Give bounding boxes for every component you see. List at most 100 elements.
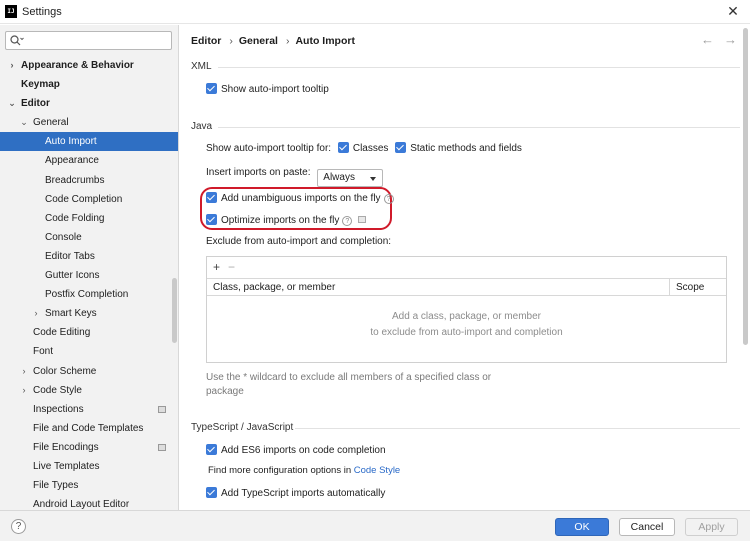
- chevron-right-icon[interactable]: ›: [31, 304, 41, 323]
- sidebar-item-auto-import[interactable]: Auto Import: [0, 132, 178, 152]
- remove-icon[interactable]: −: [228, 260, 235, 274]
- sidebar-item-file-types[interactable]: File Types: [0, 476, 178, 495]
- settings-tree: › Appearance & Behavior Keymap ⌄ Editor ⌄ Gene…: [0, 56, 178, 510]
- sidebar-item-label: Keymap: [21, 79, 60, 91]
- xml-show-tooltip-checkbox[interactable]: [206, 83, 217, 94]
- tooltip-for-row: Show auto-import tooltip for: Classes St…: [206, 142, 522, 154]
- sidebar-item-gutter-icons[interactable]: Gutter Icons: [0, 266, 178, 285]
- sidebar-item-appearance[interactable]: Appearance: [0, 151, 178, 170]
- sidebar-item-editor-tabs[interactable]: Editor Tabs: [0, 247, 178, 266]
- insert-on-paste-row: Insert imports on paste: Always: [206, 167, 384, 187]
- add-unambiguous-checkbox[interactable]: [206, 192, 217, 203]
- static-methods-checkbox[interactable]: [395, 142, 407, 153]
- help-button[interactable]: ?: [11, 519, 26, 534]
- xml-show-tooltip-row[interactable]: Show auto-import tooltip: [206, 83, 329, 95]
- ts-auto-imports-row[interactable]: Add TypeScript imports automatically: [206, 487, 385, 499]
- sidebar-item-label: Color Scheme: [33, 365, 97, 377]
- sidebar-item-color-scheme[interactable]: › Color Scheme: [0, 362, 178, 381]
- breadcrumb-auto-import: Auto Import: [295, 35, 355, 47]
- sidebar-item-android-layout-editor[interactable]: Android Layout Editor: [0, 495, 178, 510]
- more-options-text: Find more configuration options in: [208, 465, 352, 476]
- classes-checkbox[interactable]: [337, 142, 349, 153]
- settings-sidebar: › Appearance & Behavior Keymap ⌄ Editor ⌄ Gene…: [0, 25, 179, 510]
- help-icon[interactable]: ?: [383, 194, 394, 204]
- sidebar-item-postfix-completion[interactable]: Postfix Completion: [0, 285, 178, 304]
- sidebar-item-console[interactable]: Console: [0, 228, 178, 247]
- add-icon[interactable]: +: [213, 260, 220, 274]
- breadcrumb: Editor › General › Auto Import: [191, 35, 359, 47]
- cancel-button[interactable]: Cancel: [619, 518, 675, 536]
- back-arrow-icon[interactable]: ←: [701, 32, 714, 47]
- sidebar-item-file-and-code-templates[interactable]: File and Code Templates: [0, 419, 178, 438]
- optimize-imports-label: Optimize imports on the fly: [221, 215, 340, 226]
- sidebar-item-label: Android Layout Editor: [33, 499, 130, 510]
- sidebar-item-file-encodings[interactable]: File Encodings: [0, 438, 178, 457]
- sidebar-scrollbar[interactable]: [172, 278, 177, 343]
- chevron-down-icon[interactable]: ⌄: [7, 94, 17, 113]
- column-header-member[interactable]: Class, package, or member: [213, 282, 335, 293]
- es6-imports-label: Add ES6 imports on code completion: [221, 445, 386, 456]
- forward-arrow-icon[interactable]: →: [724, 32, 737, 47]
- es6-imports-row[interactable]: Add ES6 imports on code completion: [206, 444, 386, 456]
- sidebar-item-label: Code Style: [33, 384, 82, 396]
- sidebar-item-font[interactable]: Font: [0, 342, 178, 361]
- search-input[interactable]: [5, 31, 172, 50]
- optimize-imports-checkbox[interactable]: [206, 214, 217, 225]
- typescript-section-title: TypeScript / JavaScript: [191, 422, 294, 433]
- table-empty-line-2: to exclude from auto-import and completi…: [370, 327, 563, 338]
- es6-imports-checkbox[interactable]: [206, 444, 217, 455]
- sidebar-item-code-folding[interactable]: Code Folding: [0, 209, 178, 228]
- java-section-title: Java: [191, 121, 213, 132]
- insert-on-paste-dropdown[interactable]: Always: [317, 169, 384, 187]
- sidebar-item-label: Appearance: [45, 155, 99, 167]
- sidebar-item-label: Code Editing: [33, 327, 91, 339]
- chevron-right-icon[interactable]: ›: [19, 362, 29, 381]
- tooltip-for-label: Show auto-import tooltip for:: [206, 143, 332, 154]
- sidebar-item-smart-keys[interactable]: › Smart Keys: [0, 304, 178, 323]
- chevron-down-icon[interactable]: ⌄: [19, 113, 29, 132]
- add-unambiguous-label: Add unambiguous imports on the fly: [221, 193, 381, 204]
- sidebar-item-label: Gutter Icons: [45, 270, 100, 282]
- sidebar-item-label: Live Templates: [33, 460, 100, 472]
- wildcard-hint-line-2: package: [206, 385, 244, 397]
- code-style-link[interactable]: Code Style: [354, 465, 400, 476]
- ok-button[interactable]: OK: [555, 518, 609, 536]
- sidebar-item-inspections[interactable]: Inspections: [0, 400, 178, 419]
- apply-button[interactable]: Apply: [685, 518, 738, 536]
- table-header: Class, package, or member Scope: [207, 278, 726, 296]
- sidebar-item-code-style[interactable]: › Code Style: [0, 381, 178, 400]
- xml-section-divider: [218, 67, 740, 68]
- exclude-table: + − Class, package, or member Scope Add a…: [206, 256, 727, 363]
- optimize-imports-row[interactable]: Optimize imports on the fly?: [206, 214, 367, 226]
- sidebar-item-label: Appearance & Behavior: [21, 60, 134, 71]
- chevron-right-icon[interactable]: ›: [7, 56, 17, 75]
- sidebar-item-code-editing[interactable]: Code Editing: [0, 323, 178, 342]
- sidebar-item-label: Editor: [21, 98, 50, 110]
- main-scrollbar[interactable]: [743, 28, 748, 345]
- help-icon[interactable]: ?: [342, 216, 353, 226]
- sidebar-item-general[interactable]: ⌄ General: [0, 113, 178, 132]
- sidebar-item-keymap[interactable]: Keymap: [0, 75, 178, 94]
- xml-show-tooltip-label: Show auto-import tooltip: [221, 84, 329, 95]
- sidebar-item-editor[interactable]: ⌄ Editor: [0, 94, 178, 113]
- add-unambiguous-row[interactable]: Add unambiguous imports on the fly?: [206, 192, 394, 204]
- xml-section-title: XML: [191, 61, 212, 72]
- table-empty-line-1: Add a class, package, or member: [392, 311, 541, 322]
- sidebar-item-label: Inspections: [33, 403, 84, 415]
- sidebar-item-code-completion[interactable]: Code Completion: [0, 190, 178, 209]
- close-icon[interactable]: ✕: [724, 2, 742, 20]
- sidebar-item-label: File Encodings: [33, 441, 99, 453]
- ts-auto-imports-checkbox[interactable]: [206, 487, 217, 498]
- typescript-section-divider: [295, 428, 740, 429]
- insert-on-paste-label: Insert imports on paste:: [206, 167, 311, 178]
- sidebar-item-appearance-behavior[interactable]: › Appearance & Behavior: [0, 56, 178, 75]
- breadcrumb-general: General: [238, 35, 278, 47]
- history-navigation: ← →: [691, 32, 737, 47]
- sidebar-item-live-templates[interactable]: Live Templates: [0, 457, 178, 476]
- chevron-right-icon[interactable]: ›: [19, 381, 29, 400]
- column-header-scope[interactable]: Scope: [669, 279, 726, 295]
- window-title: Settings: [22, 6, 62, 18]
- breadcrumb-separator-icon: ›: [229, 35, 233, 47]
- sidebar-item-breadcrumbs[interactable]: Breadcrumbs: [0, 171, 178, 190]
- ts-auto-imports-label: Add TypeScript imports automatically: [221, 488, 386, 499]
